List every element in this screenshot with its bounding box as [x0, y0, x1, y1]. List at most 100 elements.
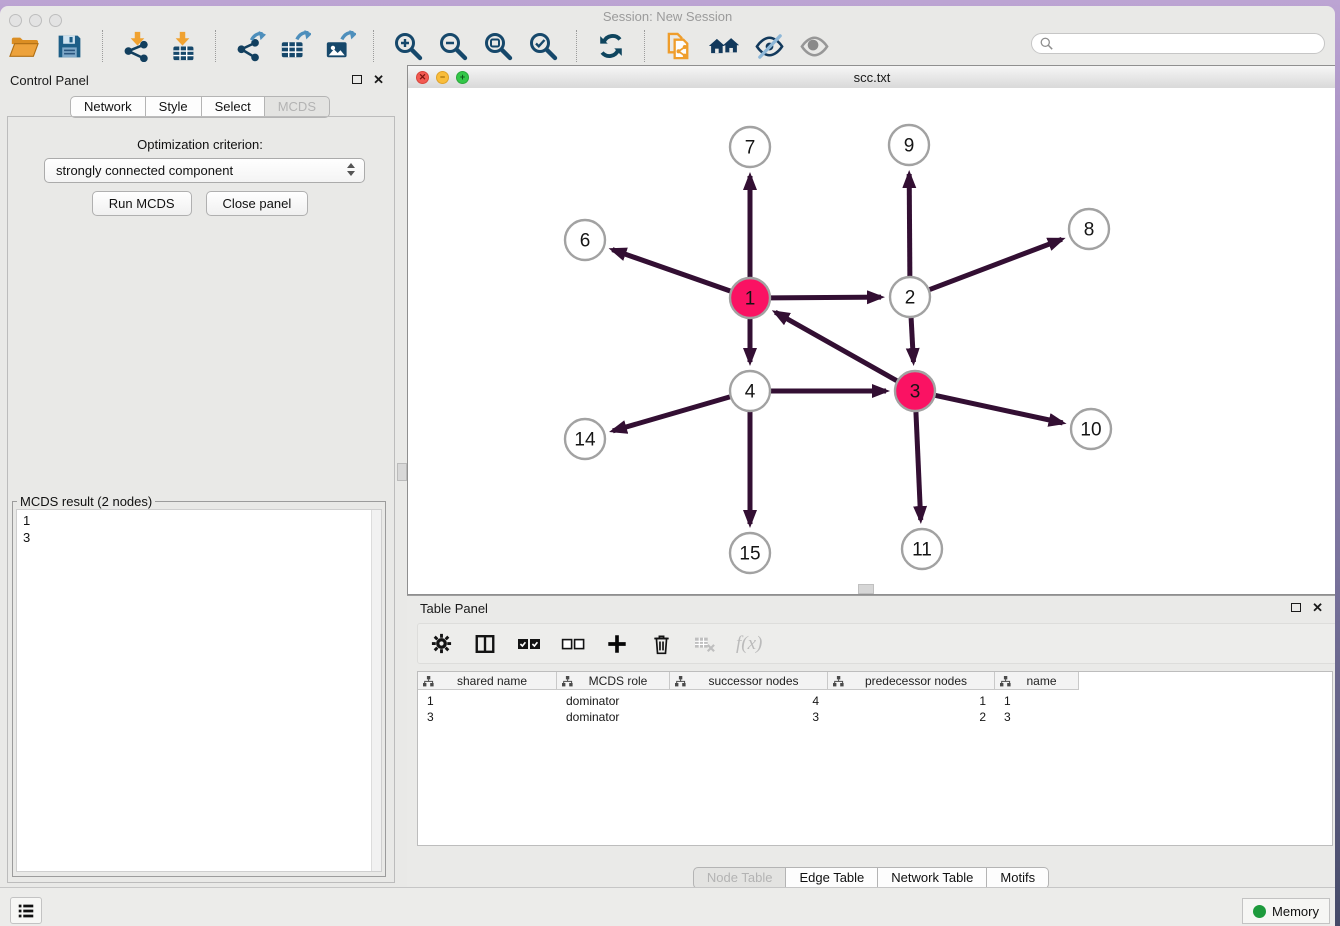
open-session-icon[interactable] — [8, 30, 40, 62]
horizontal-splitter-handle[interactable] — [858, 584, 874, 594]
table-cell[interactable]: 2 — [828, 709, 995, 725]
create-column-plus-icon[interactable] — [604, 631, 630, 657]
tab-node-table[interactable]: Node Table — [693, 867, 787, 889]
home-networks-icon[interactable] — [708, 30, 740, 62]
clone-network-icon[interactable] — [663, 30, 695, 62]
node-6[interactable]: 6 — [565, 220, 605, 260]
edge-4-14[interactable] — [613, 397, 730, 431]
table-panel-close-button[interactable]: ✕ — [1312, 601, 1323, 614]
table-cell[interactable]: 1 — [418, 693, 557, 709]
close-panel-button[interactable]: Close panel — [206, 191, 309, 216]
tab-style[interactable]: Style — [146, 96, 202, 118]
tab-motifs[interactable]: Motifs — [987, 867, 1049, 889]
node-table: shared nameMCDS rolesuccessor nodesprede… — [417, 671, 1333, 846]
table-panel-tabs: Node TableEdge TableNetwork TableMotifs — [407, 867, 1335, 889]
node-8[interactable]: 8 — [1069, 209, 1109, 249]
run-mcds-button[interactable]: Run MCDS — [92, 191, 192, 216]
search-field[interactable] — [1031, 33, 1325, 54]
select-all-rows-icon[interactable] — [516, 631, 542, 657]
table-toolbar: f(x) — [417, 623, 1335, 664]
table-row[interactable]: 3dominator323 — [418, 709, 1332, 725]
export-network-icon[interactable] — [234, 30, 266, 62]
table-panel-float-button[interactable] — [1291, 603, 1301, 612]
column-header-shared-name[interactable]: shared name — [418, 672, 557, 690]
table-header-row: shared nameMCDS rolesuccessor nodesprede… — [418, 672, 1332, 690]
svg-text:15: 15 — [739, 544, 760, 565]
edge-2-9[interactable] — [909, 174, 910, 276]
node-2[interactable]: 2 — [890, 277, 930, 317]
tab-network-table[interactable]: Network Table — [878, 867, 987, 889]
tab-network[interactable]: Network — [70, 96, 146, 118]
mcds-result-title: MCDS result (2 nodes) — [17, 494, 155, 509]
node-15[interactable]: 15 — [730, 533, 770, 573]
table-cell[interactable]: 3 — [995, 709, 1079, 725]
table-cell[interactable]: 1 — [995, 693, 1079, 709]
import-network-icon[interactable] — [121, 30, 153, 62]
save-session-icon[interactable] — [53, 30, 85, 62]
node-9[interactable]: 9 — [889, 125, 929, 165]
svg-text:9: 9 — [904, 136, 915, 157]
node-1[interactable]: 1 — [730, 278, 770, 318]
control-panel-float-button[interactable] — [352, 75, 362, 84]
column-header-successor-nodes[interactable]: successor nodes — [670, 672, 828, 690]
edge-1-2[interactable] — [771, 297, 881, 298]
table-cell[interactable]: 3 — [670, 709, 828, 725]
node-14[interactable]: 14 — [565, 419, 605, 459]
edge-3-10[interactable] — [936, 395, 1063, 422]
table-cell[interactable]: dominator — [557, 709, 670, 725]
network-canvas[interactable]: 7 9 6 8 1 2 4 3 14 10 15 11 — [408, 88, 1335, 594]
mcds-result-value: 1 — [23, 512, 381, 529]
control-panel-tabs: NetworkStyleSelectMCDS — [0, 96, 400, 118]
table-settings-gear-icon[interactable] — [428, 631, 454, 657]
zoom-selected-icon[interactable] — [527, 30, 559, 62]
hierarchy-icon — [1000, 676, 1011, 687]
node-3[interactable]: 3 — [895, 371, 935, 411]
export-table-icon[interactable] — [279, 30, 311, 62]
control-panel-close-button[interactable]: ✕ — [373, 73, 384, 86]
mcds-result-area[interactable]: 13 — [16, 509, 382, 872]
delete-column-trash-icon[interactable] — [648, 631, 674, 657]
edge-2-8[interactable] — [930, 239, 1062, 289]
zoom-out-icon[interactable] — [437, 30, 469, 62]
edge-2-3[interactable] — [911, 318, 913, 362]
mcds-result-fieldset: MCDS result (2 nodes) 13 — [12, 494, 386, 877]
show-columns-icon[interactable] — [472, 631, 498, 657]
column-header-name[interactable]: name — [995, 672, 1079, 690]
criterion-select[interactable]: strongly connected component — [44, 158, 365, 183]
task-history-button[interactable] — [10, 897, 42, 924]
tab-mcds[interactable]: MCDS — [265, 96, 330, 118]
edge-3-11[interactable] — [916, 412, 921, 520]
table-row[interactable]: 1dominator411 — [418, 693, 1332, 709]
zoom-fit-icon[interactable] — [482, 30, 514, 62]
zoom-in-icon[interactable] — [392, 30, 424, 62]
control-panel-title: Control Panel — [10, 73, 89, 88]
node-11[interactable]: 11 — [902, 529, 942, 569]
delete-table-icon — [692, 631, 718, 657]
show-eye-icon[interactable] — [798, 30, 830, 62]
memory-button[interactable]: Memory — [1242, 898, 1330, 924]
table-cell[interactable]: 1 — [828, 693, 995, 709]
network-canvas-svg[interactable]: 7 9 6 8 1 2 4 3 14 10 15 11 — [408, 88, 1334, 593]
import-table-icon[interactable] — [166, 30, 198, 62]
result-scrollbar[interactable] — [371, 510, 381, 871]
column-header-MCDS-role[interactable]: MCDS role — [557, 672, 670, 690]
table-cell[interactable]: dominator — [557, 693, 670, 709]
deselect-all-rows-icon[interactable] — [560, 631, 586, 657]
main-toolbar — [8, 26, 830, 66]
edge-3-1[interactable] — [775, 312, 896, 380]
node-7[interactable]: 7 — [730, 127, 770, 167]
search-input[interactable] — [1058, 36, 1316, 52]
apply-layout-icon[interactable] — [595, 30, 627, 62]
export-image-icon[interactable] — [324, 30, 356, 62]
column-header-predecessor-nodes[interactable]: predecessor nodes — [828, 672, 995, 690]
panel-splitter-handle[interactable] — [397, 463, 407, 481]
tab-edge-table[interactable]: Edge Table — [786, 867, 878, 889]
control-panel: Control Panel ✕ NetworkStyleSelectMCDS O… — [0, 65, 400, 887]
table-cell[interactable]: 3 — [418, 709, 557, 725]
hide-panel-eye-icon[interactable] — [753, 30, 785, 62]
node-10[interactable]: 10 — [1071, 409, 1111, 449]
edge-1-6[interactable] — [612, 250, 730, 291]
node-4[interactable]: 4 — [730, 371, 770, 411]
table-cell[interactable]: 4 — [670, 693, 828, 709]
tab-select[interactable]: Select — [202, 96, 265, 118]
